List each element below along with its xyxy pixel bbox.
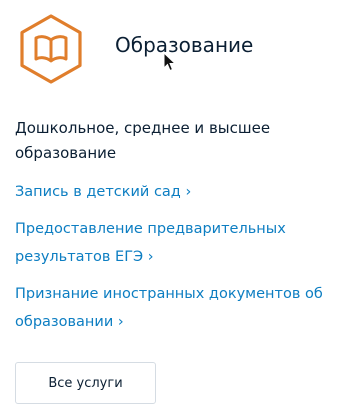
exam-results-link[interactable]: Предоставление предварительных результат… [15,221,286,265]
all-services-button[interactable]: Все услуги [15,362,156,404]
foreign-documents-recognition-link[interactable]: Признание иностранных документов об обра… [15,286,323,330]
kindergarten-enrollment-link[interactable]: Запись в детский сад › [15,184,191,200]
service-link-item: Предоставление предварительных результат… [15,215,330,271]
mouse-cursor-icon [163,52,177,72]
card-title[interactable]: Образование [115,33,253,57]
book-icon [20,14,82,84]
service-links-list: Запись в детский сад › Предоставление пр… [15,178,330,345]
card-description: Дошкольное, среднее и высшее образование [15,119,271,162]
service-link-item: Признание иностранных документов об обра… [15,280,330,336]
education-category-badge[interactable] [14,12,88,86]
service-card: Образование Дошкольное, среднее и высшее… [0,0,339,418]
service-link-item: Запись в детский сад › [15,178,330,206]
